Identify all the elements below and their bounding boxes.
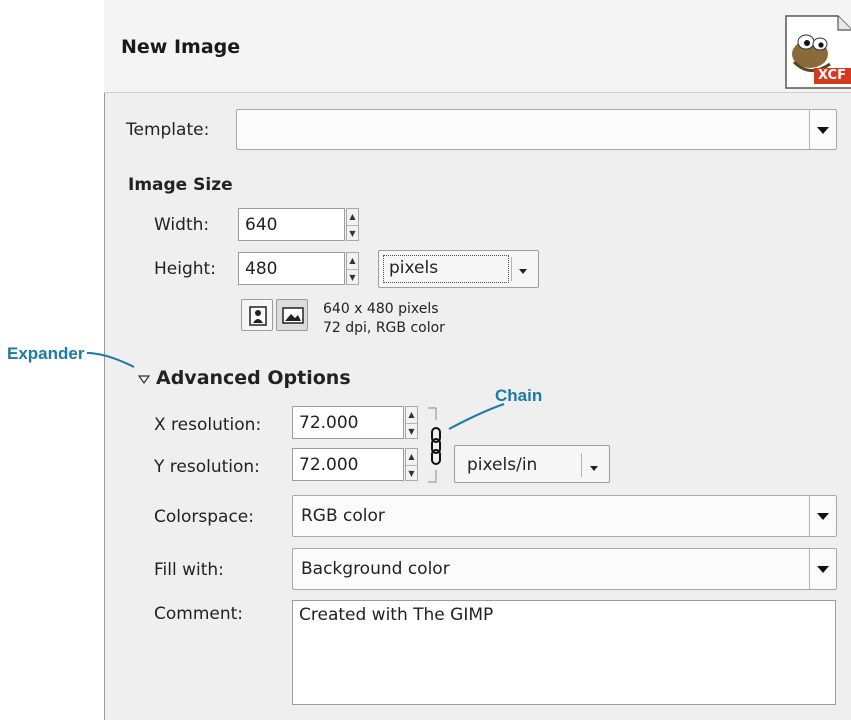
chain-button[interactable]: [424, 402, 446, 486]
logo-badge-text: XCF: [818, 68, 846, 83]
spin-up-icon[interactable]: ▲: [406, 407, 417, 423]
image-size-heading: Image Size: [128, 175, 233, 195]
resolution-info-line: 72 dpi, RGB color: [323, 320, 445, 336]
portrait-button[interactable]: [241, 299, 273, 331]
resolution-unit-combo[interactable]: pixels/in: [454, 445, 610, 483]
spin-up-icon[interactable]: ▲: [347, 209, 358, 225]
advanced-options-expander[interactable]: Advanced Options: [156, 367, 351, 389]
x-resolution-input[interactable]: 72.000: [292, 406, 404, 439]
spin-up-icon[interactable]: ▲: [347, 253, 358, 269]
width-spinner[interactable]: ▲ ▼: [346, 208, 359, 241]
fill-with-combo[interactable]: Background color: [292, 548, 837, 590]
colorspace-label: Colorspace:: [154, 507, 254, 527]
comment-label: Comment:: [154, 604, 244, 624]
spin-down-icon[interactable]: ▼: [347, 268, 358, 286]
landscape-button[interactable]: [276, 299, 308, 331]
size-unit-value: pixels: [389, 258, 439, 278]
chevron-down-icon: [809, 549, 836, 589]
chevron-down-icon: [518, 261, 528, 280]
colorspace-combo[interactable]: RGB color: [292, 495, 837, 537]
height-spinner[interactable]: ▲ ▼: [346, 252, 359, 285]
colorspace-value: RGB color: [301, 506, 385, 526]
portrait-icon: [249, 306, 267, 326]
y-resolution-input[interactable]: 72.000: [292, 448, 404, 481]
expander-triangle-icon[interactable]: [137, 370, 151, 389]
comment-textarea[interactable]: Created with The GIMP: [292, 600, 836, 705]
fill-with-value: Background color: [301, 559, 450, 579]
size-info-line: 640 x 480 pixels: [323, 301, 439, 317]
spin-down-icon[interactable]: ▼: [347, 224, 358, 242]
spin-down-icon[interactable]: ▼: [406, 422, 417, 440]
size-unit-combo[interactable]: pixels: [378, 250, 539, 288]
chevron-down-icon: [809, 496, 836, 536]
landscape-icon: [282, 307, 304, 324]
chevron-down-icon: [589, 458, 599, 477]
image-size-info: 640 x 480 pixels 72 dpi, RGB color: [323, 300, 445, 338]
chain-callout-line: [448, 403, 505, 430]
chain-link-icon: [428, 407, 441, 483]
expander-callout-line: [86, 352, 135, 368]
width-label: Width:: [154, 215, 210, 235]
y-resolution-spinner[interactable]: ▲ ▼: [405, 448, 418, 481]
dialog-title: New Image: [121, 36, 241, 58]
chevron-down-icon: [809, 110, 836, 149]
expander-callout: Expander: [7, 344, 85, 363]
gimp-wilber-xcf-icon: XCF: [780, 12, 851, 90]
x-resolution-spinner[interactable]: ▲ ▼: [405, 406, 418, 439]
fill-with-label: Fill with:: [154, 560, 224, 580]
height-label: Height:: [154, 259, 216, 279]
width-input[interactable]: 640: [238, 208, 345, 241]
spin-down-icon[interactable]: ▼: [406, 464, 417, 482]
resolution-unit-value: pixels/in: [467, 455, 538, 475]
x-resolution-label: X resolution:: [154, 415, 262, 435]
height-input[interactable]: 480: [238, 252, 345, 285]
y-resolution-label: Y resolution:: [154, 457, 260, 477]
spin-up-icon[interactable]: ▲: [406, 449, 417, 465]
template-label: Template:: [126, 120, 210, 140]
template-combo[interactable]: [236, 109, 837, 150]
